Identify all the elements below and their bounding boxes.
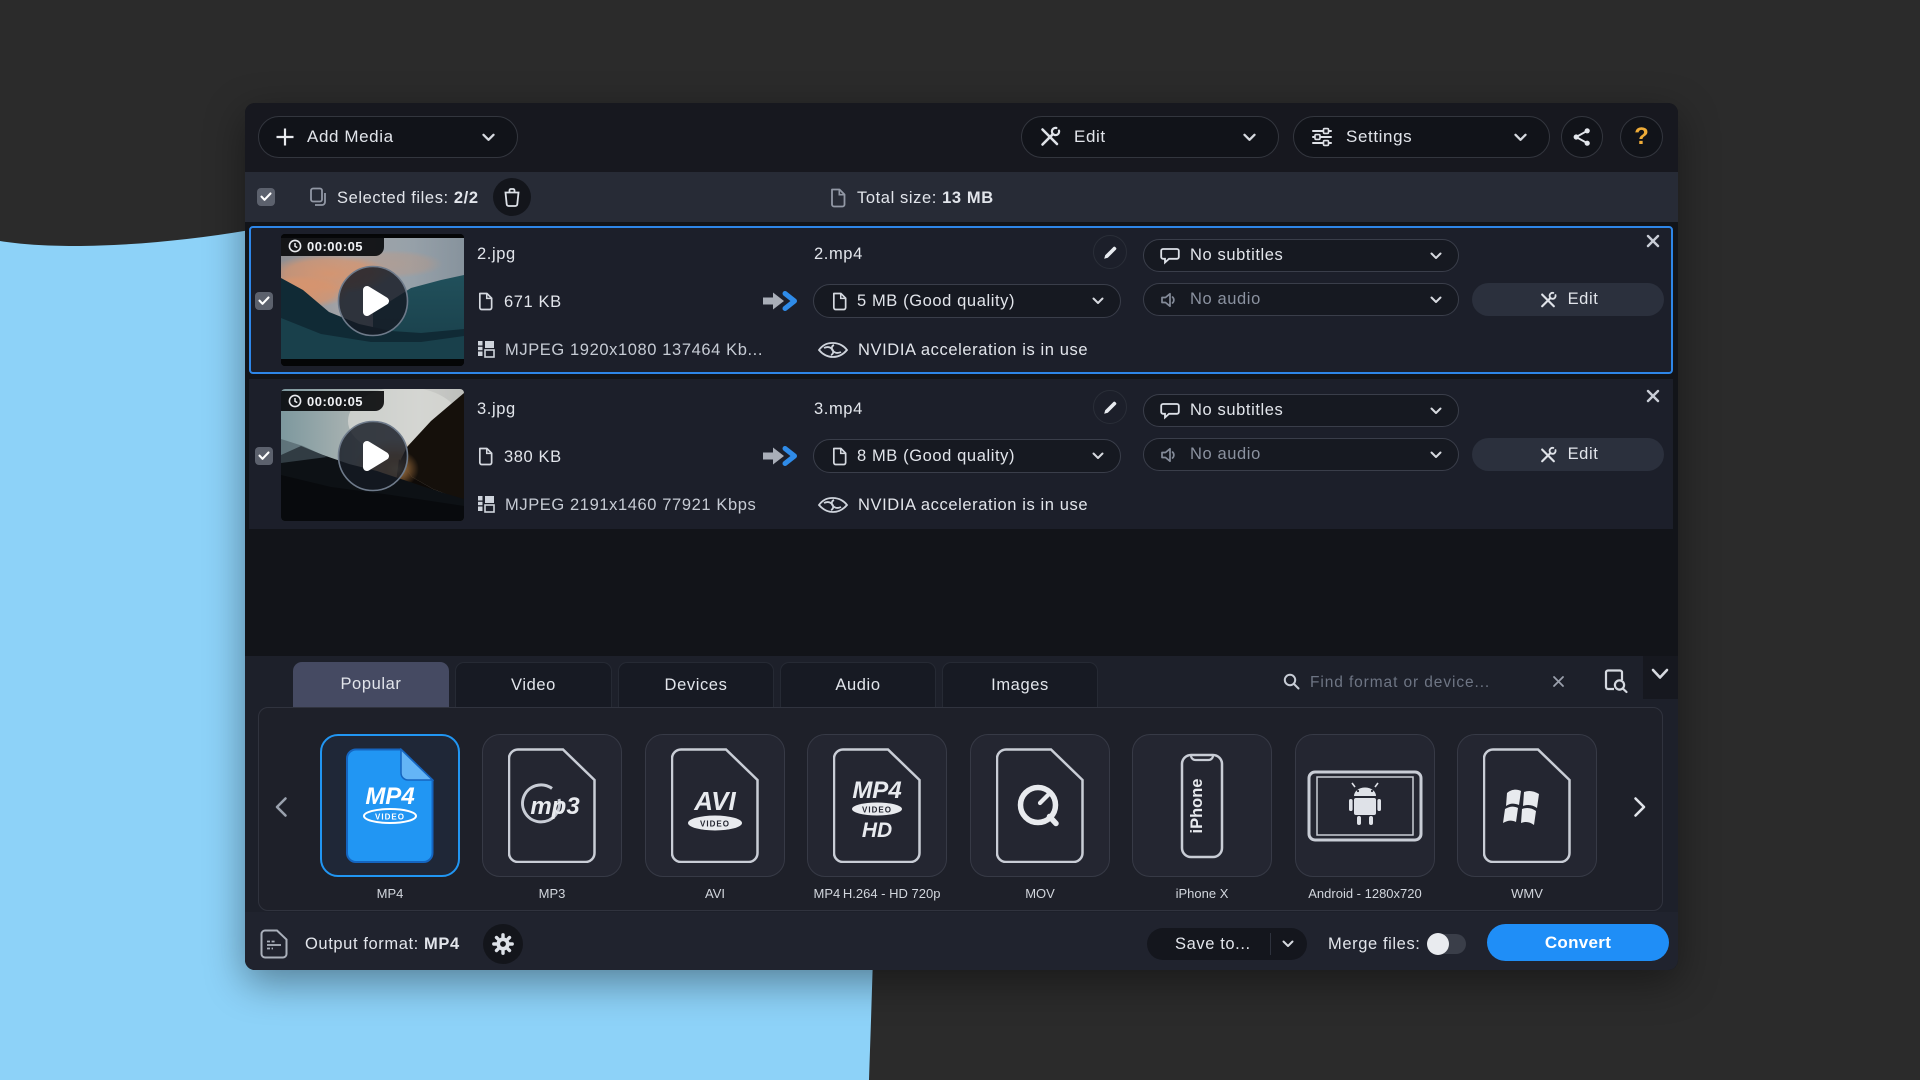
svg-text:HD: HD xyxy=(862,819,892,842)
svg-text:MP4: MP4 xyxy=(365,783,414,810)
svg-text:VIDEO: VIDEO xyxy=(700,820,730,829)
svg-text:AVI: AVI xyxy=(693,786,736,816)
svg-text:mp3: mp3 xyxy=(530,793,580,820)
svg-text:VIDEO: VIDEO xyxy=(375,813,405,822)
svg-text:iPhone: iPhone xyxy=(1188,778,1206,833)
svg-text:MP4: MP4 xyxy=(852,777,901,804)
svg-text:VIDEO: VIDEO xyxy=(862,806,892,815)
